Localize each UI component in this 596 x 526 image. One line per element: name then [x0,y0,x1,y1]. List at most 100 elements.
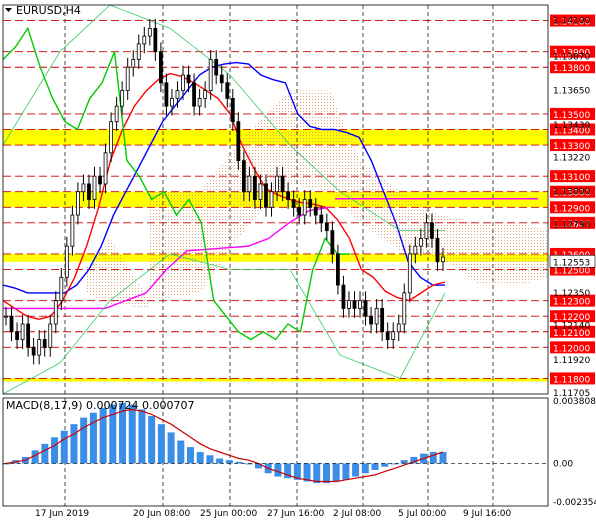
candle-body-64 [358,300,362,309]
y-tick-label: 1.13870 [553,52,590,62]
macd-bar-21 [206,455,214,464]
symbol-label: EURUSD,H4 [16,4,81,17]
candle-body-69 [385,331,390,340]
level-tag-text: 1.12300 [553,298,590,308]
level-tag-text: 1.13500 [553,111,590,121]
candle-body-9 [53,300,58,325]
candle-body-53 [297,206,302,216]
macd-bar-41 [400,460,408,464]
candle-body-67 [374,308,379,325]
candle-body-73 [407,253,412,294]
candle-body-66 [369,315,373,325]
y-tick-label: 1.13000 [553,188,590,198]
candle-body-48 [269,191,274,208]
level-tag-text: 1.13800 [553,64,590,74]
candle-body-74 [413,245,418,255]
candle-body-19 [109,121,114,154]
candle-body-15 [87,183,91,200]
y-tick-label: 1.12350 [553,289,590,299]
macd-bar-4 [41,443,49,464]
macd-bar-34 [332,463,340,482]
macd-label: MACD(8,17,9) 0.000724 0.000707 [6,399,195,412]
y-tick-label: 1.13650 [553,87,590,97]
macd-bar-7 [70,424,78,464]
macd-bar-36 [352,463,360,477]
macd-bar-35 [342,463,350,480]
candle-body-31 [175,90,180,99]
price-chart: 1.141001.139001.138001.135001.134001.133… [0,0,596,521]
candle-body-3 [20,323,25,340]
current-price-text: 1.12553 [553,258,590,268]
macd-bar-37 [361,463,369,474]
candle-body-41 [230,97,235,123]
candle-body-50 [280,175,285,193]
candle-body-2 [15,331,19,340]
candle-body-58 [324,222,329,232]
candle-body-21 [120,90,125,107]
y-tick-label: 1.12140 [553,322,590,332]
candle-body-62 [347,300,351,309]
macd-bar-33 [322,463,330,484]
candle-body-13 [76,191,80,216]
candle-body-6 [37,339,42,356]
candle-body-59 [330,230,335,255]
macd-bar-8 [80,417,88,464]
candle-body-43 [241,160,246,193]
macd-bar-22 [216,458,224,464]
candle-body-25 [142,35,147,45]
macd-y-tick: 0.00 [553,459,573,469]
x-tick-label: 20 Jun 08:00 [133,509,190,519]
macd-y-tick: 0.003808 [553,397,596,407]
candle-body-45 [253,175,257,200]
candle-body-47 [264,183,268,208]
candle-body-12 [70,214,75,247]
macd-bar-16 [157,424,165,464]
x-tick-label: 2 Jul 08:00 [333,509,382,519]
candle-body-70 [391,331,396,340]
macd-bar-9 [89,412,97,464]
candle-body-52 [291,199,296,208]
candle-body-44 [247,175,252,193]
y-tick-label: 1.14100 [553,17,590,27]
macd-bar-31 [303,463,311,482]
macd-bar-23 [225,460,233,464]
macd-bar-18 [177,440,185,464]
candle-body-49 [275,175,279,193]
candle-body-54 [302,199,307,216]
candle-body-18 [103,152,108,185]
candle-body-46 [258,183,263,200]
macd-bar-44 [429,452,437,464]
candle-body-30 [170,97,174,107]
candle-body-1 [9,315,14,333]
candle-body-5 [31,346,36,356]
candle-body-75 [418,237,423,247]
candle-body-29 [164,82,169,107]
macd-bar-32 [313,463,321,484]
candle-body-79 [441,256,445,263]
candle-body-24 [136,43,141,60]
candle-body-77 [430,222,434,239]
candle-body-76 [424,222,429,239]
candle-body-78 [435,237,440,263]
candle-body-55 [308,199,313,208]
candle-body-34 [192,82,196,107]
candle-body-71 [396,323,401,333]
candle-body-4 [26,323,31,348]
macd-bar-13 [128,404,136,464]
macd-bar-20 [196,452,204,464]
candle-body-17 [98,175,102,185]
y-tick-label: 1.13430 [553,121,590,131]
macd-bar-38 [371,463,379,470]
candle-body-26 [147,27,152,37]
candle-body-27 [153,27,158,53]
y-tick-label: 1.13220 [553,153,590,163]
x-tick-label: 27 Jun 16:00 [267,509,324,519]
y-tick-label: 1.11920 [553,356,590,366]
y-tick-label: 1.12790 [553,220,590,230]
candle-body-38 [214,59,219,76]
zone-3 [3,378,548,382]
level-tag-text: 1.12900 [553,204,590,214]
candle-body-61 [341,284,346,309]
macd-bar-39 [381,463,389,467]
candle-body-35 [197,97,202,107]
